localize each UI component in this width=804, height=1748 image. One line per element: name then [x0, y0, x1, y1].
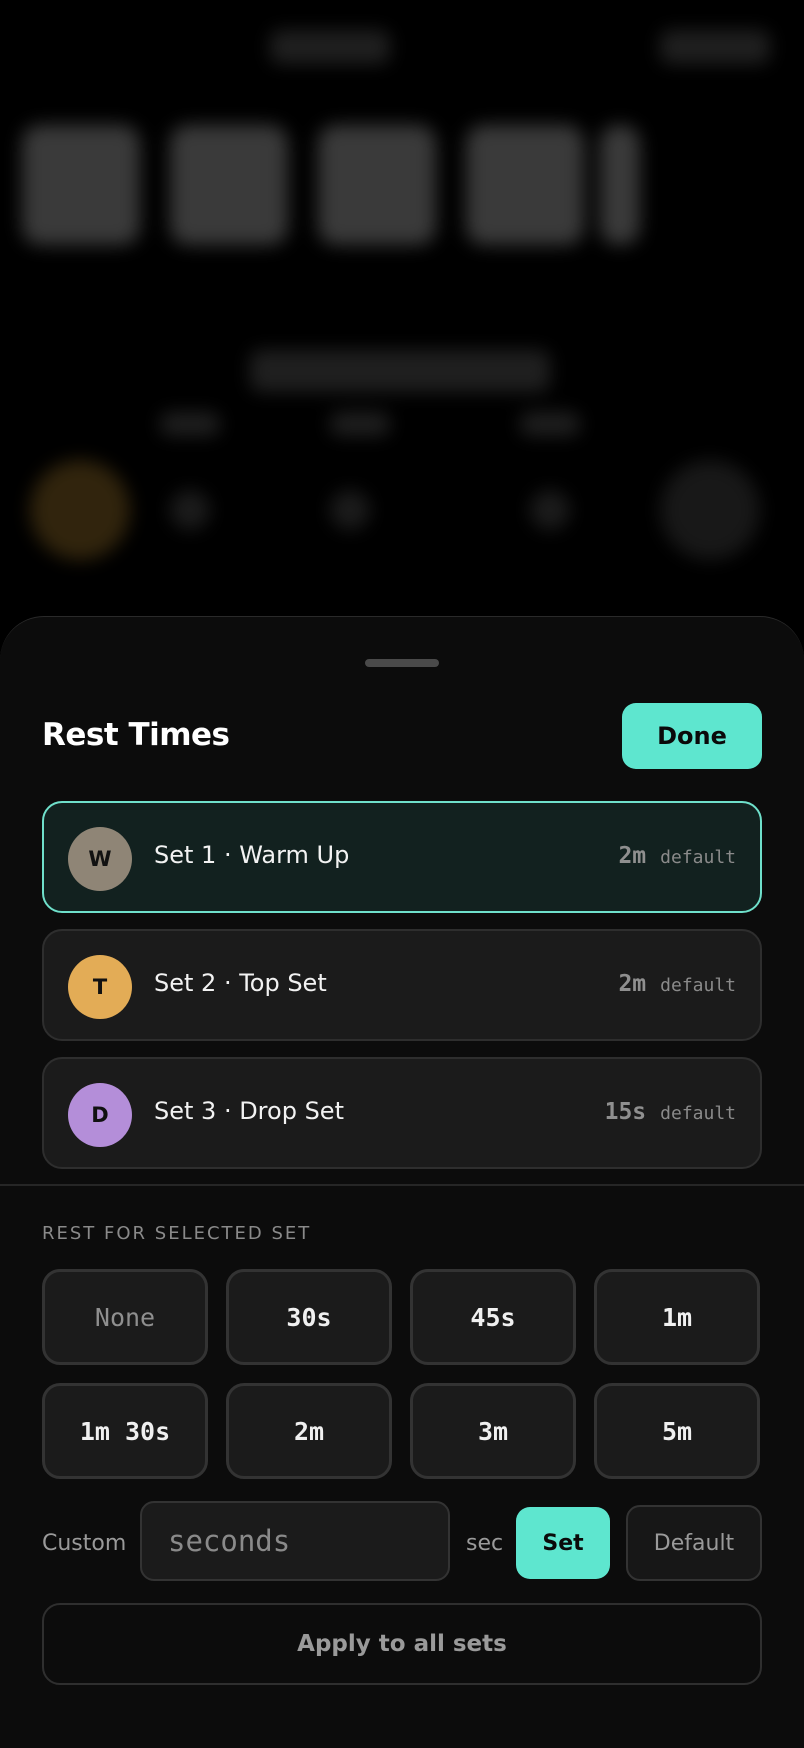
apply-to-all-button[interactable]: Apply to all sets — [42, 1603, 762, 1685]
set-rest-note: default — [660, 975, 736, 996]
sheet-title: Rest Times — [42, 717, 230, 753]
background-dot — [330, 490, 370, 530]
seconds-unit-label: sec — [466, 1531, 504, 1556]
custom-seconds-input[interactable] — [140, 1501, 450, 1581]
background-header-pill — [270, 30, 390, 64]
set-avatar: T — [68, 955, 132, 1019]
set-rest-info: 15s default — [605, 1099, 736, 1125]
preset-1m30s-button[interactable]: 1m 30s — [42, 1383, 208, 1479]
set-name: Set 3 · Drop Set — [154, 1097, 344, 1125]
background-dot — [530, 490, 570, 530]
background-timer-digit — [170, 125, 288, 245]
default-button[interactable]: Default — [626, 1505, 762, 1581]
set-avatar: D — [68, 1083, 132, 1147]
background-label — [160, 412, 220, 436]
preset-3m-button[interactable]: 3m — [410, 1383, 576, 1479]
background-button — [30, 460, 130, 560]
set-name: Set 1 · Warm Up — [154, 841, 350, 869]
preset-none-button[interactable]: None — [42, 1269, 208, 1365]
background-label — [250, 350, 550, 392]
background-timer-digit — [318, 125, 436, 245]
set-custom-button[interactable]: Set — [516, 1507, 610, 1579]
preset-1m-button[interactable]: 1m — [594, 1269, 760, 1365]
custom-label: Custom — [42, 1531, 127, 1556]
section-divider — [0, 1184, 804, 1186]
preset-2m-button[interactable]: 2m — [226, 1383, 392, 1479]
set-rest-value: 15s — [604, 1099, 647, 1125]
rest-times-sheet: Rest Times Done W Set 1 · Warm Up 2m def… — [0, 616, 804, 1748]
set-rest-info: 2m default — [618, 843, 736, 869]
set-card-1[interactable]: W Set 1 · Warm Up 2m default — [42, 801, 762, 913]
background-header-pill-right — [660, 30, 770, 64]
set-card-3[interactable]: D Set 3 · Drop Set 15s default — [42, 1057, 762, 1169]
set-rest-value: 2m — [618, 971, 647, 997]
set-rest-note: default — [660, 847, 736, 868]
set-name: Set 2 · Top Set — [154, 969, 327, 997]
set-rest-info: 2m default — [618, 971, 736, 997]
preset-45s-button[interactable]: 45s — [410, 1269, 576, 1365]
set-rest-note: default — [660, 1103, 736, 1124]
background-label — [330, 412, 390, 436]
preset-5m-button[interactable]: 5m — [594, 1383, 760, 1479]
set-rest-value: 2m — [618, 843, 647, 869]
section-label: REST FOR SELECTED SET — [42, 1223, 312, 1244]
background-app — [0, 0, 804, 640]
background-dot — [170, 490, 210, 530]
set-avatar: W — [68, 827, 132, 891]
background-button — [660, 460, 760, 560]
done-button[interactable]: Done — [622, 703, 762, 769]
preset-30s-button[interactable]: 30s — [226, 1269, 392, 1365]
background-label — [520, 412, 580, 436]
background-timer-digit — [600, 125, 640, 245]
background-timer-digit — [22, 125, 140, 245]
sheet-drag-handle[interactable] — [365, 659, 439, 667]
set-card-2[interactable]: T Set 2 · Top Set 2m default — [42, 929, 762, 1041]
background-timer-digit — [466, 125, 584, 245]
